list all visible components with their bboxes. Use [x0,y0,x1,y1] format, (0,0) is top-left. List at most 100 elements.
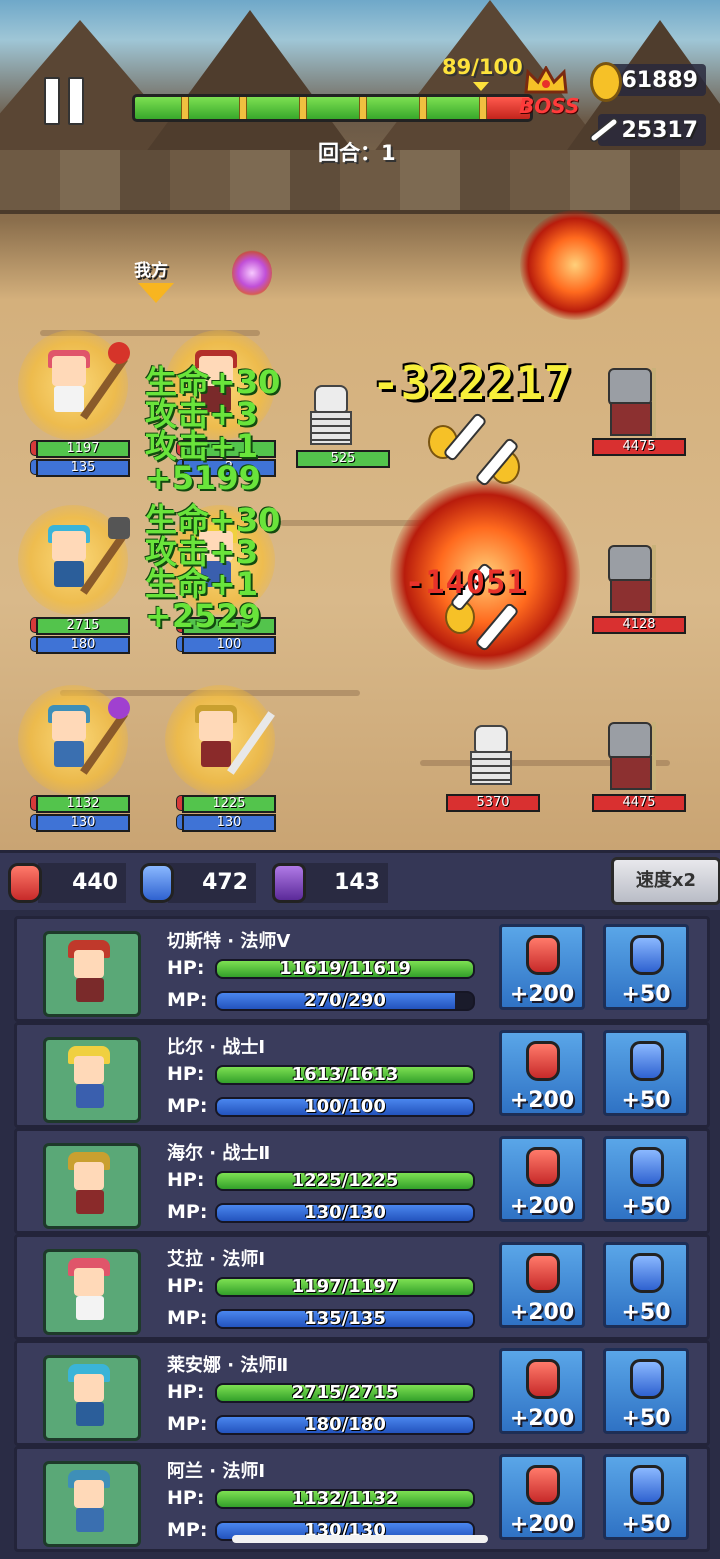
use-mp-potion-button[interactable]: +50 [603,1030,689,1116]
mp-label: MP: [167,1201,208,1223]
progress-tick [299,97,307,119]
enemy-hp-bar: 4128 [592,616,686,634]
red-potion-icon [8,863,42,903]
boss-label: BOSS [519,94,580,118]
hero-mp-value: 135/135 [304,1309,386,1329]
enemy-werewolf[interactable] [598,545,664,615]
hero-card: 比尔 · 战士Ⅰ HP: 1613/1613 MP: 100/100 +200 … [14,1022,710,1128]
staff-gem-icon [108,697,130,719]
bone-amount: 25317 [621,118,698,143]
ally-hero-healer[interactable] [18,330,130,440]
use-mp-potion-button[interactable]: +50 [603,1348,689,1434]
hero-avatar[interactable] [43,1355,141,1441]
hero-hp-value: 2715/2715 [291,1383,399,1403]
hero-mp-value: 100/100 [304,1097,386,1117]
hero-mp-value: 180/180 [304,1415,386,1435]
mp-potion-amount: +50 [621,1512,671,1537]
blue-potion-icon [630,1253,664,1293]
pause-icon [68,77,84,125]
hero-avatar[interactable] [43,931,141,1017]
ally-hp-bar: 1225 [182,795,276,813]
mp-label: MP: [167,989,208,1011]
blue-potion-icon [630,935,664,975]
hero-avatar[interactable] [43,1249,141,1335]
hero-mp-value: 270/290 [304,991,386,1011]
enemy-hp-bar: 5370 [446,794,540,812]
enemy-hp-bar: 4475 [592,438,686,456]
ally-hp-bar: 2715 [36,617,130,635]
use-hp-potion-button[interactable]: +200 [499,1136,585,1222]
axe-head-icon [108,517,130,539]
ally-mp-bar: 130 [182,814,276,832]
hero-hp-bar: 1132/1132 [215,1489,475,1509]
use-hp-potion-button[interactable]: +200 [499,1348,585,1434]
damage-number: -322217 [372,356,573,410]
mp-potion-amount: +50 [621,1300,671,1325]
mp-label: MP: [167,1519,208,1541]
home-indicator[interactable] [232,1535,488,1543]
blue-potion-icon [630,1041,664,1081]
use-mp-potion-button[interactable]: +50 [603,924,689,1010]
stage-progress-label: 89/100 [442,55,523,79]
my-side-arrow-icon [138,283,174,303]
red-potion-icon [526,1465,560,1505]
use-mp-potion-button[interactable]: +50 [603,1242,689,1328]
purple-item-count: 143 [300,863,388,903]
use-hp-potion-button[interactable]: +200 [499,1454,585,1540]
hero-mp-bar: 180/180 [215,1415,475,1435]
hero-mp-value: 130/130 [304,1203,386,1223]
hero-hp-bar: 1225/1225 [215,1171,475,1191]
use-mp-potion-button[interactable]: +50 [603,1136,689,1222]
ally-hp-bar: 1197 [36,440,130,458]
hp-label: HP: [167,1169,205,1191]
use-mp-potion-button[interactable]: +50 [603,1454,689,1540]
game-screen: 89/100 BOSS 61889 25317 回合：1 我方 1197 135… [0,0,720,1559]
hp-label: HP: [167,1487,205,1509]
ally-mp-bar: 180 [36,636,130,654]
skeleton-hp-bar: 525 [296,450,390,468]
hero-hp-bar: 11619/11619 [215,959,475,979]
my-side-label: 我方 [134,261,168,281]
hero-avatar[interactable] [43,1037,141,1123]
use-hp-potion-button[interactable]: +200 [499,1030,585,1116]
enemy-werewolf[interactable] [598,368,664,438]
enemy-skeleton-warrior[interactable] [462,725,516,787]
progress-tick [359,97,367,119]
hp-potion-amount: +200 [509,1194,575,1219]
hero-avatar[interactable] [43,1143,141,1229]
ally-hero-knight[interactable] [165,685,275,795]
coin-icon [590,62,622,102]
enemy-werewolf[interactable] [598,722,664,792]
battlefield: 89/100 BOSS 61889 25317 回合：1 我方 1197 135… [0,0,720,850]
hero-name: 艾拉 · 法师Ⅰ [167,1249,266,1270]
hero-name: 海尔 · 战士Ⅱ [167,1143,271,1164]
ally-mp-bar: 100 [182,636,276,654]
ally-hero-blue-mage[interactable] [18,505,130,615]
progress-tick [239,97,247,119]
buff-popup: 生命+30 攻击+3 攻击+1 +5199 [145,363,281,497]
hp-label: HP: [167,957,205,979]
hero-name: 阿兰 · 法师Ⅰ [167,1461,266,1482]
mp-potion-amount: +50 [621,982,671,1007]
ally-hero-witch[interactable] [18,685,130,795]
gold-counter: 61889 [590,62,706,102]
hero-hp-bar: 2715/2715 [215,1383,475,1403]
hero-hp-bar: 1613/1613 [215,1065,475,1085]
red-potion-icon [526,1147,560,1187]
ally-skeleton[interactable] [302,385,356,447]
hp-potion-amount: +200 [509,1512,575,1537]
hp-potion-amount: +200 [509,1406,575,1431]
hero-mp-bar: 100/100 [215,1097,475,1117]
red-potion-icon [526,1359,560,1399]
hero-hp-value: 1613/1613 [291,1065,399,1085]
use-hp-potion-button[interactable]: +200 [499,1242,585,1328]
stage-progress-bar [132,94,533,122]
hero-avatar[interactable] [43,1461,141,1547]
speed-button[interactable]: 速度x2 [611,857,720,905]
red-potion-icon [526,1253,560,1293]
pause-button[interactable] [44,77,86,125]
hero-mp-bar: 130/130 [215,1203,475,1223]
use-hp-potion-button[interactable]: +200 [499,924,585,1010]
mp-potion-amount: +50 [621,1088,671,1113]
hero-hp-value: 1197/1197 [291,1277,399,1297]
